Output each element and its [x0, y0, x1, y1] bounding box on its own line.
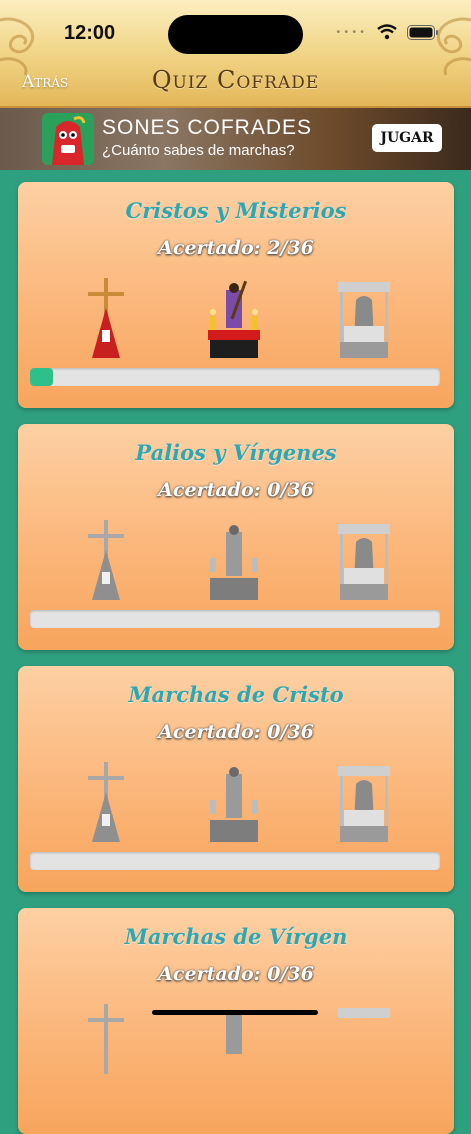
nazareno-icon [88, 1004, 124, 1074]
wifi-icon [377, 24, 397, 40]
paso-palio-icon [338, 766, 390, 842]
category-score: Acertado: 0/36 [158, 479, 314, 501]
signal-icon: •••• [335, 26, 367, 38]
paso-cristo-icon [226, 1010, 242, 1054]
category-title: Cristos y Misterios [125, 198, 347, 223]
paso-palio-icon [338, 524, 390, 600]
category-title: Marchas de Cristo [128, 682, 344, 707]
nazareno-icon [88, 762, 124, 842]
app-logo [42, 113, 94, 165]
paso-cristo-icon [208, 280, 260, 358]
banner-title: SONES COFRADES [102, 116, 313, 139]
nazareno-icon [88, 278, 124, 358]
category-title: Marchas de Vírgen [124, 924, 348, 949]
category-card[interactable]: Cristos y Misterios Acertado: 2/36 [18, 182, 454, 408]
category-score: Acertado: 0/36 [158, 721, 314, 743]
paso-cristo-icon [210, 525, 258, 600]
play-button[interactable]: JUGAR [372, 124, 442, 152]
nazareno-icon [88, 520, 124, 600]
banner-subtitle: ¿Cuánto sabes de marchas? [102, 142, 295, 159]
category-card[interactable]: Marchas de Cristo Acertado: 0/36 [18, 666, 454, 892]
dynamic-island [168, 15, 303, 54]
progress-bar [30, 368, 440, 386]
category-score: Acertado: 0/36 [158, 963, 314, 985]
page-title: Quiz Cofrade [151, 66, 320, 94]
progress-fill [30, 368, 53, 386]
progress-bar [30, 852, 440, 870]
battery-icon [407, 24, 438, 40]
home-indicator[interactable] [152, 1010, 318, 1015]
paso-palio-icon [338, 282, 390, 358]
paso-palio-icon [338, 1008, 390, 1018]
status-icons: •••• [335, 24, 439, 40]
category-card[interactable]: Palios y Vírgenes Acertado: 0/36 [18, 424, 454, 650]
category-score: Acertado: 2/36 [158, 237, 314, 259]
progress-bar [30, 610, 440, 628]
category-title: Palios y Vírgenes [135, 440, 337, 465]
status-time: 12:00 [64, 22, 116, 44]
paso-cristo-icon [210, 767, 258, 842]
category-card[interactable]: Marchas de Vírgen Acertado: 0/36 [18, 908, 454, 1134]
